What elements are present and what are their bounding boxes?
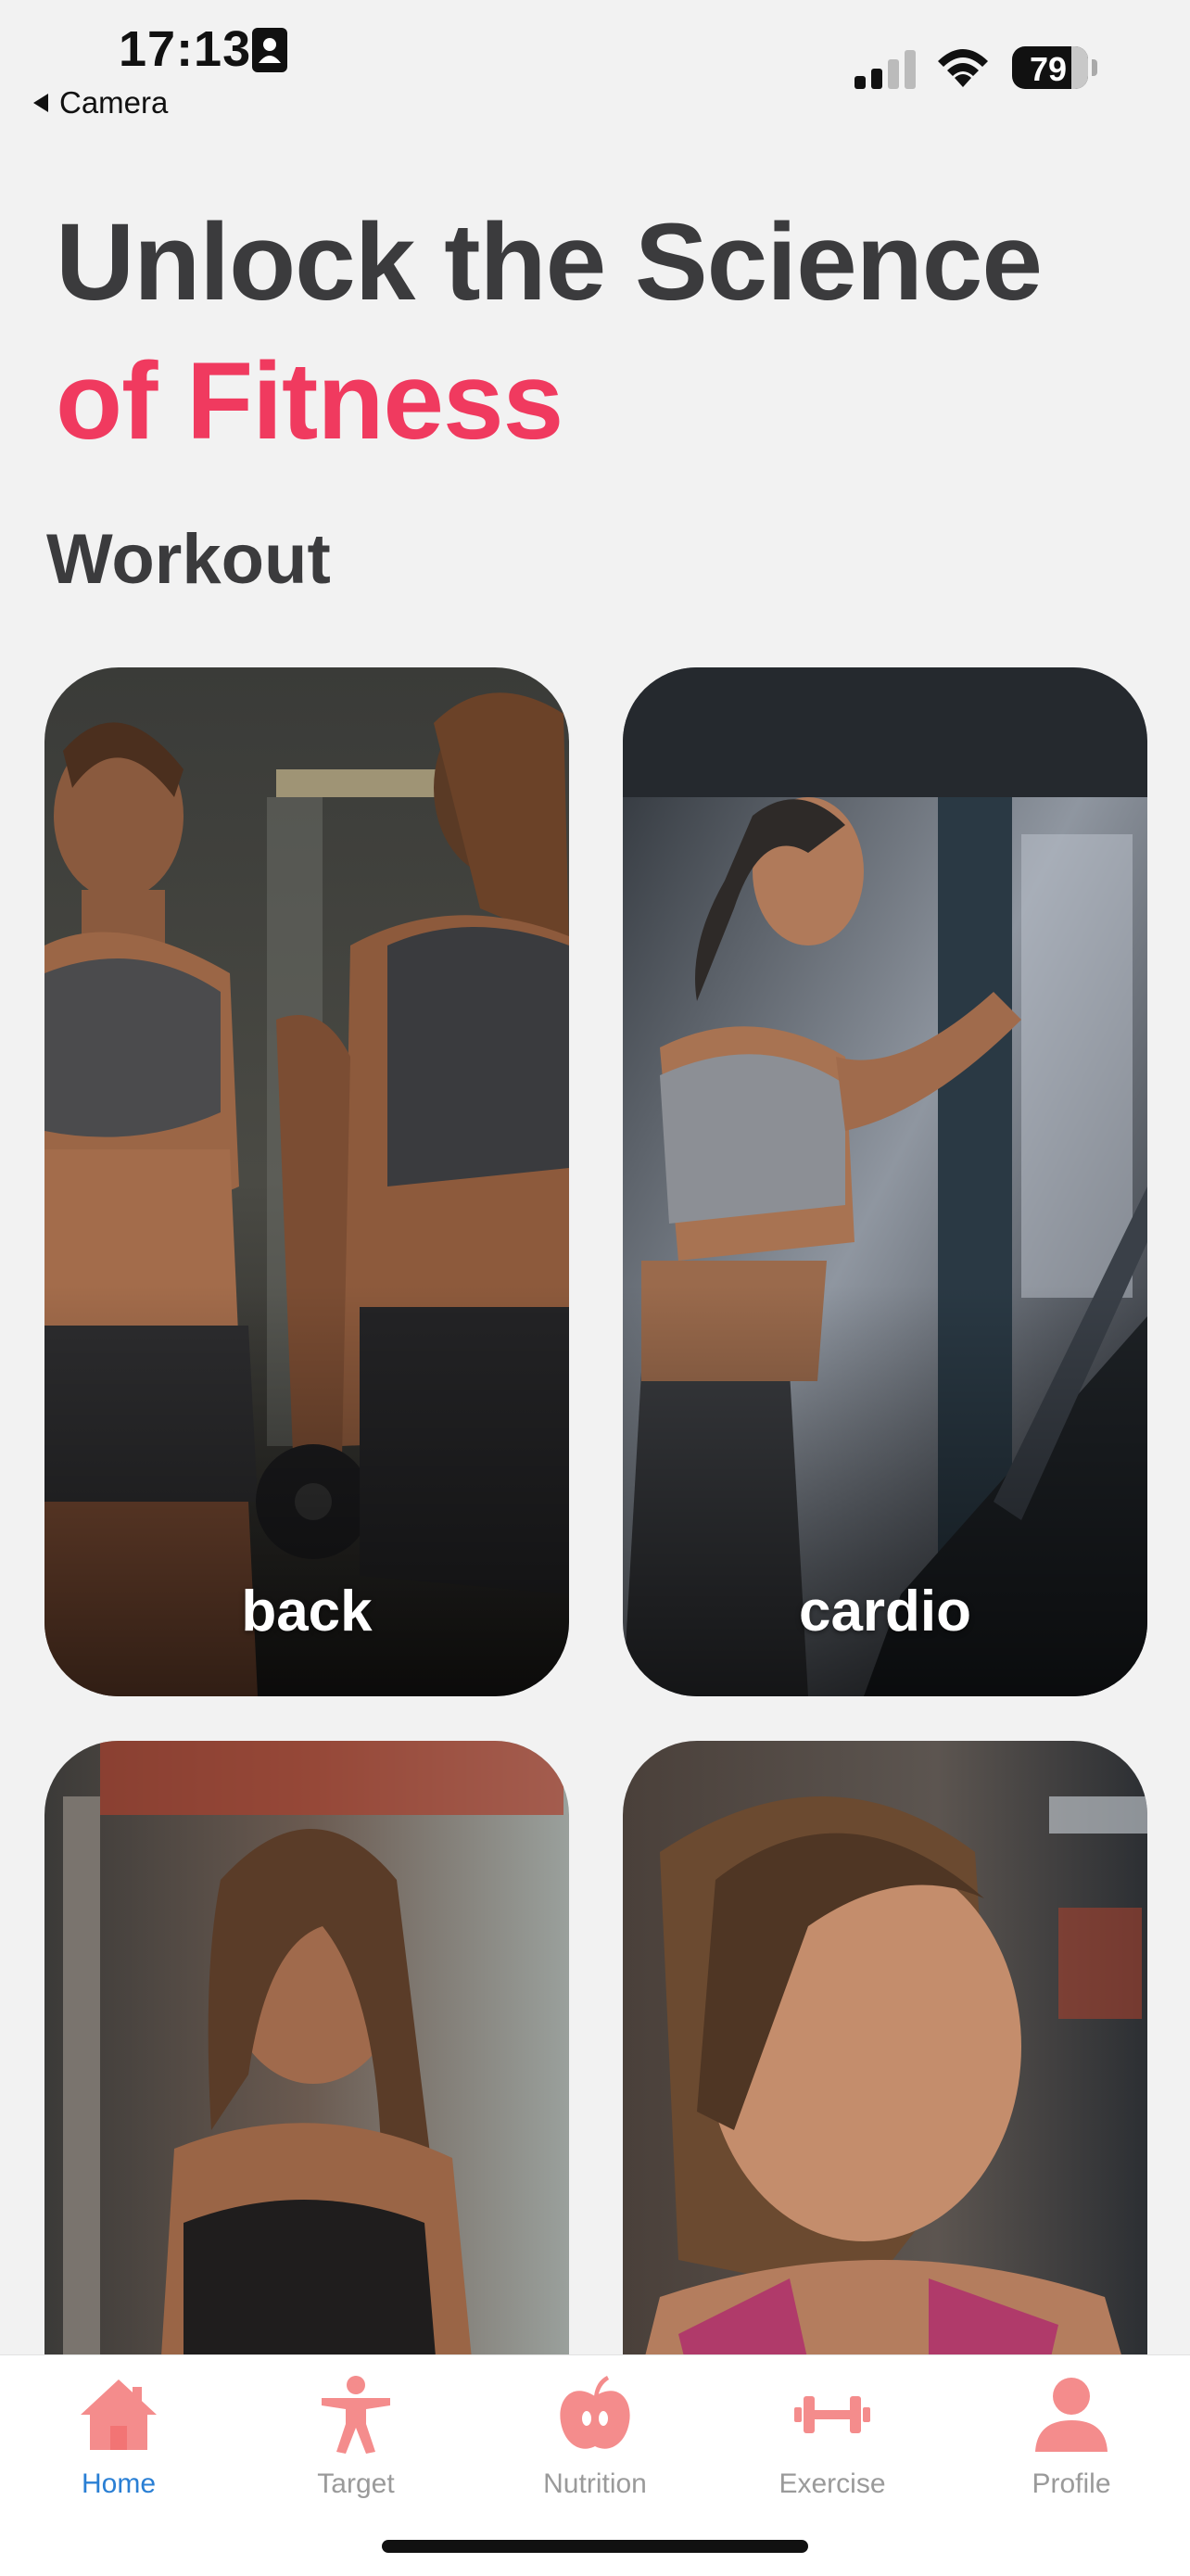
tab-label: Nutrition (543, 2468, 647, 2499)
tab-label: Exercise (779, 2468, 886, 2499)
tab-nutrition[interactable]: Nutrition (502, 2372, 688, 2500)
wifi-icon (938, 49, 988, 87)
hero-line-1: Unlock the Science (56, 201, 1043, 324)
card-label: back (241, 1580, 373, 1643)
workout-card-cardio[interactable]: cardio (623, 667, 1147, 1696)
dumbbell-icon (794, 2396, 870, 2433)
home-icon (81, 2379, 157, 2450)
status-time: 17:13 (119, 21, 252, 77)
section-title: Workout (46, 520, 331, 599)
apple-icon (560, 2376, 630, 2449)
card-label: cardio (798, 1580, 972, 1643)
tab-target[interactable]: Target (263, 2372, 449, 2500)
target-person-icon (322, 2376, 390, 2454)
tab-label: Profile (1032, 2468, 1111, 2499)
back-arrow-icon (33, 94, 48, 112)
workout-photo-back (44, 667, 569, 1696)
profile-icon (1035, 2378, 1108, 2452)
workout-photo-3 (44, 1741, 569, 2445)
battery-indicator: 79 (1012, 46, 1097, 91)
battery-percent: 79 (1029, 50, 1068, 88)
home-indicator[interactable] (382, 2540, 808, 2553)
tab-profile[interactable]: Profile (979, 2372, 1164, 2500)
workout-card-4[interactable] (623, 1741, 1147, 2445)
back-to-app-link[interactable]: Camera (33, 85, 168, 121)
workout-card-back[interactable]: back (44, 667, 569, 1696)
workout-photo-4 (623, 1741, 1147, 2445)
workout-photo-cardio (623, 667, 1147, 1696)
back-app-label: Camera (59, 85, 169, 120)
status-bar: 17:13 Camera 79 (0, 0, 1190, 130)
hero-line-2: of Fitness (56, 340, 563, 463)
tab-exercise[interactable]: Exercise (740, 2372, 925, 2500)
tab-home[interactable]: Home (26, 2372, 211, 2500)
tab-label: Home (81, 2468, 157, 2499)
hero-headline: Unlock the Science of Fitness (56, 193, 1149, 471)
cellular-signal-icon (855, 50, 916, 89)
contact-card-icon (252, 28, 287, 72)
tab-label: Target (317, 2468, 395, 2499)
workout-card-3[interactable] (44, 1741, 569, 2445)
